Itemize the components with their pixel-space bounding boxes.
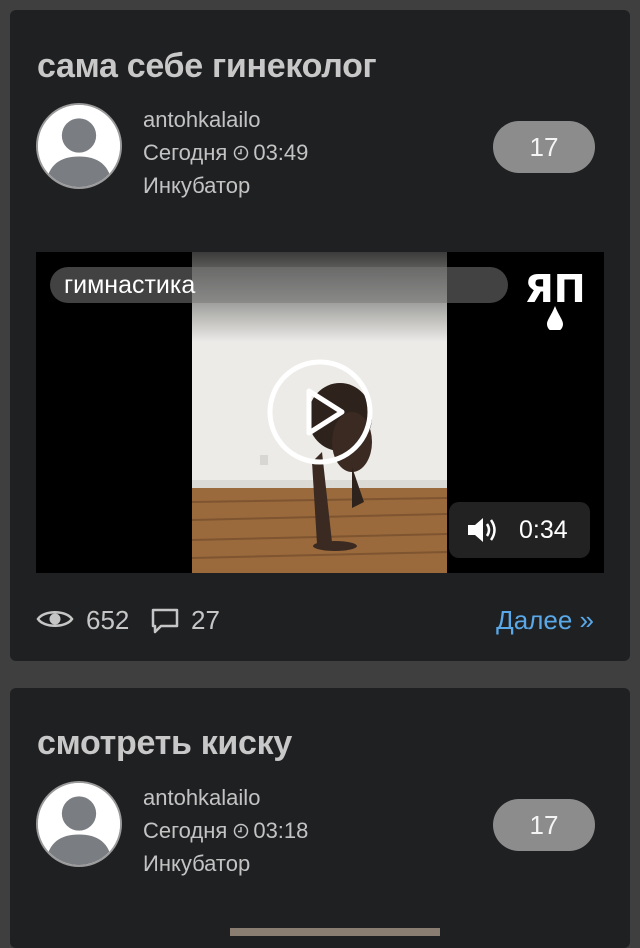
comments-count[interactable]: 27 — [191, 600, 220, 640]
post-date: Сегодня 03:18 — [143, 814, 308, 847]
post-category[interactable]: Инкубатор — [143, 169, 308, 202]
post-title[interactable]: сама себе гинеколог — [37, 47, 377, 86]
rating-badge[interactable]: 17 — [493, 799, 595, 851]
comment-icon[interactable] — [150, 607, 180, 635]
clock-icon — [233, 815, 249, 839]
date-text: Сегодня — [143, 140, 228, 165]
video-title: гимнастика — [50, 267, 508, 303]
author-avatar[interactable] — [36, 103, 122, 189]
eye-icon — [36, 611, 74, 627]
user-silhouette-icon — [38, 783, 120, 865]
views-count: 652 — [86, 605, 130, 635]
author-avatar[interactable] — [36, 781, 122, 867]
read-more-link[interactable]: Далее » — [496, 600, 594, 640]
play-icon[interactable] — [266, 358, 374, 466]
author-name[interactable]: antohkalailo — [143, 781, 308, 814]
post-category[interactable]: Инкубатор — [143, 847, 308, 880]
post-title[interactable]: смотреть киску — [37, 724, 292, 763]
post-meta: antohkalailo Сегодня 03:49 Инкубатор — [143, 103, 308, 202]
site-logo: ЯП — [524, 267, 586, 330]
clock-icon — [233, 137, 249, 161]
rating-badge[interactable]: 17 — [493, 121, 595, 173]
time-text: 03:49 — [253, 140, 309, 165]
post-meta: antohkalailo Сегодня 03:18 Инкубатор — [143, 781, 308, 880]
date-text: Сегодня — [143, 818, 228, 843]
post-card: смотреть киску antohkalailo Сегодня 03:18… — [10, 688, 630, 948]
speaker-icon[interactable] — [466, 516, 500, 544]
time-text: 03:18 — [253, 818, 309, 843]
logo-text: ЯП — [524, 267, 585, 311]
duration-badge[interactable]: 0:34 — [449, 502, 590, 558]
author-name[interactable]: antohkalailo — [143, 103, 308, 136]
user-silhouette-icon — [38, 105, 120, 187]
post-date: Сегодня 03:49 — [143, 136, 308, 169]
post-card: сама себе гинеколог antohkalailo Сегодня… — [10, 10, 630, 661]
video-player[interactable]: гимнастика ЯП 0:34 — [36, 252, 604, 573]
next-video-thumbnail-edge — [230, 928, 440, 936]
video-duration: 0:34 — [519, 516, 568, 544]
